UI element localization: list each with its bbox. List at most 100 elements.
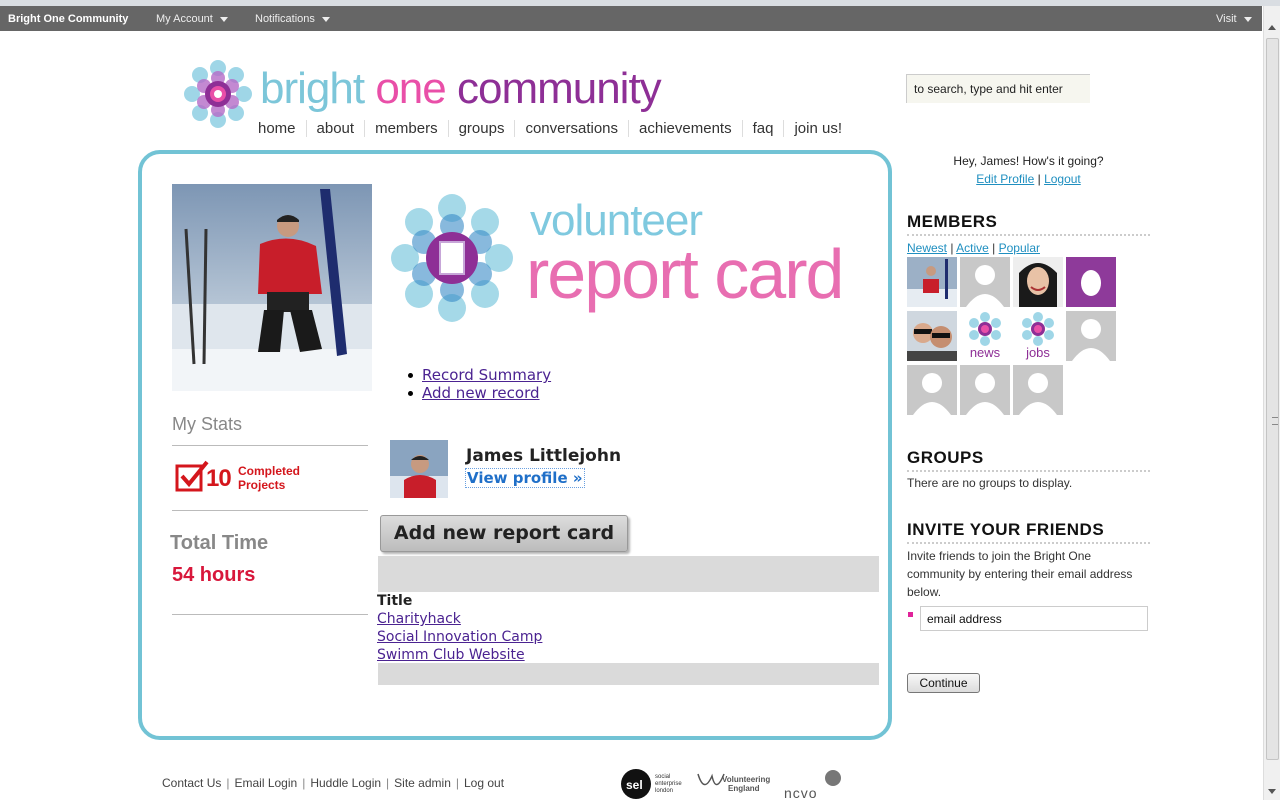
- member-tabs: Newest | Active | Popular: [907, 241, 1040, 255]
- member-avatar-news[interactable]: news: [960, 311, 1010, 361]
- chevron-down-icon: [219, 16, 228, 22]
- chevron-down-icon: [321, 16, 330, 22]
- member-avatar[interactable]: [1066, 311, 1116, 361]
- invite-heading: INVITE YOUR FRIENDS: [907, 520, 1150, 544]
- greeting-box: Hey, James! How's it going? Edit Profile…: [907, 152, 1150, 188]
- table-row: Charityhack: [377, 610, 542, 628]
- sponsor-logos: sel social enterprise london Volunteerin…: [620, 768, 844, 805]
- member-avatar[interactable]: [907, 365, 957, 415]
- logo-wordmark: bright one community: [260, 64, 662, 113]
- visit-menu[interactable]: Visit: [1216, 13, 1252, 25]
- contact-us-link[interactable]: Contact Us: [162, 776, 221, 790]
- notifications-menu[interactable]: Notifications: [255, 13, 330, 25]
- member-avatar[interactable]: [1013, 365, 1063, 415]
- report-card-link[interactable]: Swimm Club Website: [377, 647, 525, 663]
- total-time-value: 54 hours: [172, 564, 256, 586]
- profile-photo: [172, 184, 372, 391]
- report-card-flower-icon: [391, 194, 513, 322]
- nav-join-us[interactable]: join us!: [784, 120, 852, 137]
- site-logo[interactable]: bright one community: [180, 56, 662, 137]
- add-new-report-card-button[interactable]: Add new report card: [380, 515, 628, 552]
- avatar[interactable]: [390, 440, 448, 498]
- default-avatar-icon: [1013, 365, 1063, 415]
- nav-home[interactable]: home: [248, 120, 307, 137]
- default-avatar-icon: [960, 365, 1010, 415]
- tab-popular[interactable]: Popular: [999, 241, 1040, 255]
- completed-projects-stat: 10 Completed Projects: [175, 460, 300, 497]
- member-avatar[interactable]: [907, 311, 957, 361]
- user-name: James Littlejohn: [466, 446, 622, 466]
- member-avatar[interactable]: [907, 257, 957, 307]
- nav-about[interactable]: about: [307, 120, 366, 137]
- banner-report-card-text: report card: [526, 235, 844, 313]
- my-account-label: My Account: [156, 13, 213, 25]
- member-avatar[interactable]: [1013, 257, 1063, 307]
- search-input[interactable]: [906, 74, 1090, 103]
- svg-text:England: England: [728, 784, 760, 793]
- sel-logo-text: sel: [626, 778, 643, 792]
- flower-logo-icon: [184, 60, 252, 128]
- stats-divider: [172, 445, 368, 446]
- list-item: Record Summary: [405, 366, 551, 384]
- report-card-link[interactable]: Charityhack: [377, 611, 461, 627]
- notifications-label: Notifications: [255, 13, 315, 25]
- my-account-menu[interactable]: My Account: [156, 13, 228, 25]
- nav-achievements[interactable]: achievements: [629, 120, 743, 137]
- member-avatar[interactable]: [960, 257, 1010, 307]
- chevron-down-icon: [1243, 16, 1252, 22]
- scrollbar-thumb[interactable]: [1266, 38, 1279, 760]
- nav-members[interactable]: members: [365, 120, 449, 137]
- flower-logo-icon: [1022, 312, 1054, 346]
- members-heading: MEMBERS: [907, 212, 1150, 236]
- completed-label: Completed Projects: [238, 464, 301, 492]
- invite-text: Invite friends to join the Bright One co…: [907, 549, 1133, 599]
- user-summary: James Littlejohn View profile »: [390, 440, 621, 503]
- table-row: Swimm Club Website: [377, 646, 542, 664]
- tab-newest[interactable]: Newest: [907, 241, 947, 255]
- completed-count: 10: [206, 465, 232, 492]
- default-avatar-icon: [907, 365, 957, 415]
- nav-faq[interactable]: faq: [743, 120, 785, 137]
- sponsor-logos-image: sel social enterprise london Volunteerin…: [621, 769, 841, 801]
- nav-groups[interactable]: groups: [449, 120, 516, 137]
- groups-heading: GROUPS: [907, 448, 1150, 472]
- table-footer-bar: [378, 663, 879, 685]
- total-time-label: Total Time: [170, 532, 269, 554]
- scroll-up-arrow-icon[interactable]: [1268, 25, 1276, 30]
- member-avatar[interactable]: [1066, 257, 1116, 307]
- site-admin-link[interactable]: Site admin: [394, 776, 451, 790]
- egg-avatar-icon: [1066, 257, 1116, 307]
- log-out-link[interactable]: Log out: [464, 776, 504, 790]
- scroll-down-arrow-icon[interactable]: [1268, 789, 1276, 794]
- logout-link[interactable]: Logout: [1044, 172, 1081, 186]
- email-login-link[interactable]: Email Login: [234, 776, 297, 790]
- volunteer-report-card-banner: volunteer report card: [382, 186, 844, 336]
- default-avatar-icon: [1066, 311, 1116, 361]
- stats-divider: [172, 614, 368, 615]
- huddle-login-link[interactable]: Huddle Login: [310, 776, 381, 790]
- table-row: Social Innovation Camp: [377, 628, 542, 646]
- record-summary-link[interactable]: Record Summary: [422, 366, 551, 384]
- email-field[interactable]: [920, 606, 1148, 631]
- member-avatar[interactable]: [960, 365, 1010, 415]
- admin-bar-brand[interactable]: Bright One Community: [8, 13, 128, 25]
- svg-text:london: london: [655, 788, 673, 794]
- svg-text:enterprise: enterprise: [655, 781, 682, 787]
- continue-button[interactable]: Continue: [907, 673, 980, 693]
- visit-label: Visit: [1216, 13, 1237, 25]
- member-avatar-jobs[interactable]: jobs: [1013, 311, 1063, 361]
- list-item: Add new record: [405, 384, 551, 402]
- view-profile-link[interactable]: View profile »: [465, 468, 585, 488]
- my-stats-heading: My Stats: [172, 414, 243, 434]
- add-new-record-link[interactable]: Add new record: [422, 384, 540, 402]
- flower-logo-icon: [969, 312, 1001, 346]
- main-nav: home about members groups conversations achie…: [248, 120, 852, 137]
- page-scrollbar[interactable]: [1263, 6, 1280, 800]
- tab-active[interactable]: Active: [956, 241, 989, 255]
- footer-links: Contact Us | Email Login | Huddle Login | Site…: [162, 776, 505, 790]
- edit-profile-link[interactable]: Edit Profile: [976, 172, 1034, 186]
- avatar-news-label: news: [969, 345, 1001, 360]
- table-header-title: Title: [377, 593, 413, 609]
- nav-conversations[interactable]: conversations: [515, 120, 630, 137]
- report-card-link[interactable]: Social Innovation Camp: [377, 629, 542, 645]
